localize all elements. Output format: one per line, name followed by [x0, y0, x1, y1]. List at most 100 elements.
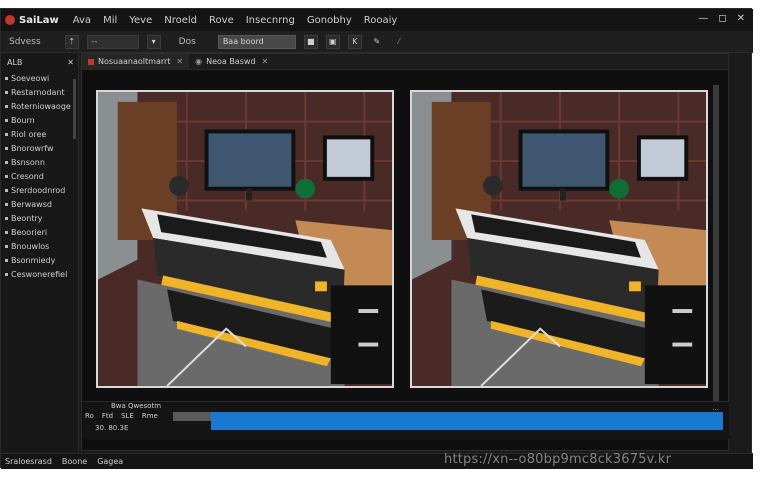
sidebar-item-label: Beontry	[11, 213, 43, 223]
sidebar-item[interactable]: Srerdoodnrod	[1, 183, 78, 197]
timeline-item[interactable]: Ro	[85, 412, 94, 420]
pen-icon[interactable]: ✎	[370, 35, 384, 49]
sidebar-item-label: Ceswonerefiel	[11, 269, 68, 279]
sidebar-item-label: Bnouwlos	[11, 241, 50, 251]
toolbar-field[interactable]: --	[86, 34, 139, 49]
brush-icon[interactable]: ⁄	[392, 35, 406, 49]
timeline-track[interactable]	[211, 412, 723, 430]
bullet-icon	[5, 272, 8, 276]
scrollbar-thumb[interactable]	[713, 85, 719, 405]
frame-icon[interactable]: ▣	[325, 34, 340, 49]
bullet-icon	[5, 160, 8, 164]
close-icon[interactable]: ✕	[176, 57, 183, 66]
preview-panel: Nosuaanaoltmarrt ✕ ◉ Neoa Baswd ✕	[81, 53, 729, 451]
tab-main[interactable]: Nosuaanaoltmarrt ✕	[82, 53, 190, 70]
app-logo-icon	[5, 15, 15, 25]
sidebar-item[interactable]: Restarnodant	[1, 85, 78, 99]
maximize-icon[interactable]: ◻	[718, 13, 726, 24]
sidebar-item[interactable]: Roterniowaoge	[1, 99, 78, 113]
timeline: Bwa Qwesotm Ro Ftd SLE Rme 30. 80.3E ···	[83, 401, 729, 439]
status-item: Sraloesrasd	[5, 457, 52, 466]
app-name: SaiLaw	[19, 14, 59, 26]
app-window: SaiLaw Ava Mil Yeve Nroeld Rove Insecnrn…	[0, 8, 753, 469]
cut-icon[interactable]: K	[347, 34, 362, 49]
bullet-icon	[5, 230, 8, 234]
tab-secondary[interactable]: ◉ Neoa Baswd ✕	[189, 54, 274, 70]
sidebar-item-label: Roterniowaoge	[11, 101, 71, 111]
sidebar-item-label: Restarnodant	[11, 87, 65, 97]
bullet-icon	[5, 188, 8, 192]
sidebar-item[interactable]: Ceswonerefiel	[1, 267, 78, 281]
sidebar-item-label: Beoorieri	[11, 227, 48, 237]
sidebar-item-label: Soeveowi	[11, 73, 50, 83]
menu-item[interactable]: Insecnrng	[246, 15, 295, 26]
vertical-scrollbar[interactable]	[713, 85, 719, 407]
watermark: https://xn--o80bp9mc8ck3675v.kr	[444, 452, 672, 467]
sidebar-item[interactable]: Soeveowi	[1, 71, 78, 85]
title-bar: SaiLaw Ava Mil Yeve Nroeld Rove Insecnrn…	[1, 9, 753, 31]
panel-tabs: Nosuaanaoltmarrt ✕ ◉ Neoa Baswd ✕	[82, 53, 728, 70]
timeline-label: Bwa Qwesotm	[111, 402, 162, 410]
sidebar-item[interactable]: Berwawsd	[1, 197, 78, 211]
tab-label: Nosuaanaoltmarrt	[98, 57, 171, 66]
output-image[interactable]	[410, 90, 708, 388]
sidebar-item-label: Bourn	[11, 115, 35, 125]
bullet-icon	[5, 118, 8, 122]
sidebar-item-label: Cresond	[11, 171, 44, 181]
timecode: 30. 80.3E	[95, 424, 129, 432]
toolbar-label: Sdvess	[9, 36, 41, 47]
sidebar-list: Soeveowi Restarnodant Roterniowaoge Bourn Ri…	[1, 71, 78, 281]
menu-item[interactable]: Mil	[103, 15, 117, 26]
bullet-icon	[5, 146, 8, 150]
status-item: Boone	[61, 457, 88, 466]
bullet-icon	[5, 132, 8, 136]
sidebar-item[interactable]: Bsonmiedy	[1, 253, 78, 267]
eye-icon: ◉	[195, 57, 203, 66]
sidebar-item[interactable]: Bourn	[1, 113, 78, 127]
sidebar-item[interactable]: Bsnsonn	[1, 155, 78, 169]
sidebar-item[interactable]: Beoorieri	[1, 225, 78, 239]
search-input[interactable]: Baa boord	[217, 34, 296, 49]
sidebar: ALB ✕ Soeveowi Restarnodant Roterniowaoge B…	[1, 53, 79, 451]
sidebar-item-label: Berwawsd	[11, 199, 52, 209]
toolbar: Sdvess ⇡ -- ▾ Dos Baa boord ■ ▣ K ✎ ⁄	[1, 31, 753, 53]
dropdown-icon[interactable]: ▾	[146, 34, 161, 49]
bullet-icon	[5, 76, 8, 80]
bullet-icon	[5, 90, 8, 94]
close-icon[interactable]: ✕	[262, 57, 269, 66]
bullet-icon	[5, 244, 8, 248]
menu-item[interactable]: Rooaiy	[364, 15, 398, 26]
menu-item[interactable]: Yeve	[129, 15, 152, 26]
menu-item[interactable]: Gonobhy	[307, 15, 352, 26]
sidebar-item[interactable]: Bnouwlos	[1, 239, 78, 253]
bullet-icon	[5, 202, 8, 206]
arrow-icon[interactable]: ⇡	[64, 34, 79, 49]
sidebar-item[interactable]: Bnorowrfw	[1, 141, 78, 155]
sidebar-item[interactable]: Beontry	[1, 211, 78, 225]
source-image[interactable]	[96, 90, 394, 388]
stop-icon[interactable]: ■	[303, 34, 318, 49]
sidebar-item[interactable]: Cresond	[1, 169, 78, 183]
bullet-icon	[5, 216, 8, 220]
view-label: Dos	[178, 36, 196, 47]
sidebar-header: ALB ✕	[1, 53, 78, 71]
menu-item[interactable]: Ava	[73, 15, 91, 26]
menu-item[interactable]: Rove	[209, 15, 234, 26]
sidebar-scrollbar[interactable]	[73, 79, 76, 139]
close-icon[interactable]: ✕	[737, 13, 745, 24]
window-controls: — ◻ ✕	[698, 13, 745, 24]
menu-item[interactable]: Nroeld	[164, 15, 197, 26]
record-icon	[88, 58, 94, 65]
timeline-clip[interactable]	[173, 412, 211, 421]
timeline-marks: ···	[712, 406, 719, 414]
sidebar-item[interactable]: Riol oree	[1, 127, 78, 141]
minimize-icon[interactable]: —	[698, 13, 708, 24]
timeline-item[interactable]: SLE	[121, 412, 134, 420]
close-icon[interactable]: ✕	[67, 58, 74, 67]
bullet-icon	[5, 174, 8, 178]
timeline-item[interactable]: Rme	[142, 412, 158, 420]
tab-label: Neoa Baswd	[206, 57, 256, 66]
sidebar-item-label: Srerdoodnrod	[11, 185, 66, 195]
sidebar-item-label: Bnorowrfw	[11, 143, 54, 153]
timeline-item[interactable]: Ftd	[102, 412, 113, 420]
